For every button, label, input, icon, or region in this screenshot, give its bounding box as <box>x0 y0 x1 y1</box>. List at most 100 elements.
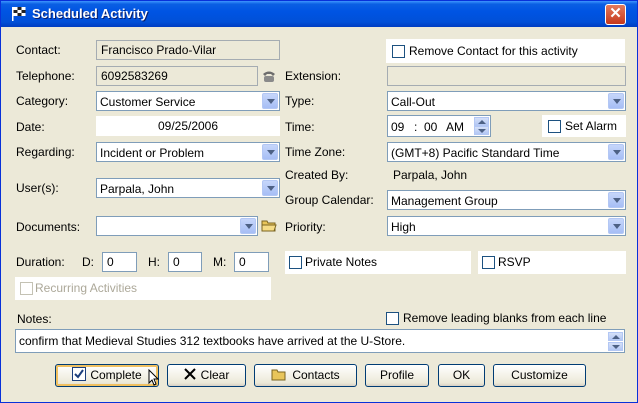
rsvp-checkbox[interactable] <box>482 256 495 269</box>
duration-days-label: D: <box>82 255 94 269</box>
close-icon: ✕ <box>609 5 622 22</box>
users-dropdown[interactable]: Parpala, John <box>96 178 280 198</box>
regarding-dropdown[interactable]: Incident or Problem <box>96 142 280 162</box>
ok-button[interactable]: OK <box>438 364 485 387</box>
time-hour[interactable]: 09 <box>391 120 404 134</box>
complete-button-label: Complete <box>90 368 142 382</box>
customize-button[interactable]: Customize <box>493 364 586 387</box>
contact-field: Francisco Prado-Vilar <box>96 40 280 60</box>
profile-button[interactable]: Profile <box>365 364 429 387</box>
regarding-label: Regarding: <box>16 145 75 159</box>
type-label: Type: <box>285 94 315 108</box>
complete-button[interactable]: Complete <box>55 364 159 387</box>
timezone-value: (GMT+8) Pacific Standard Time <box>391 146 560 160</box>
close-button[interactable]: ✕ <box>605 4 626 25</box>
chevron-down-icon[interactable] <box>262 180 278 196</box>
created-by-label: Created By: <box>285 168 349 182</box>
recurring-checkbox[interactable] <box>20 282 33 295</box>
folder-icon[interactable] <box>261 218 277 233</box>
rsvp-group: RSVP <box>478 251 626 274</box>
remove-blanks-label: Remove leading blanks from each line <box>403 311 607 325</box>
private-notes-label: Private Notes <box>305 255 378 269</box>
group-calendar-dropdown[interactable]: Management Group <box>387 190 626 210</box>
scroll-up-icon[interactable] <box>608 332 623 341</box>
type-dropdown[interactable]: Call-Out <box>387 91 626 111</box>
telephone-label: Telephone: <box>16 69 75 83</box>
time-separator: : <box>414 120 418 134</box>
chevron-down-icon[interactable] <box>608 144 624 160</box>
timezone-label: Time Zone: <box>285 145 346 159</box>
window-title: Scheduled Activity <box>32 6 148 21</box>
chevron-down-icon[interactable] <box>608 93 624 109</box>
set-alarm-checkbox[interactable] <box>548 120 561 133</box>
remove-contact-checkbox[interactable] <box>392 45 405 58</box>
x-mark-icon <box>183 366 196 380</box>
contacts-button-label: Contacts <box>292 368 340 382</box>
time-minute[interactable]: 00 <box>424 120 437 134</box>
chevron-down-icon[interactable] <box>262 144 278 160</box>
date-label: Date: <box>16 120 45 134</box>
private-notes-group: Private Notes <box>285 251 471 274</box>
time-field[interactable]: 09 : 00 AM <box>387 115 491 137</box>
time-ampm[interactable]: AM <box>446 120 464 134</box>
spin-up-icon[interactable] <box>474 117 489 126</box>
users-value: Parpala, John <box>100 182 175 196</box>
chevron-down-icon[interactable] <box>608 218 624 234</box>
duration-minutes-field[interactable]: 0 <box>234 252 269 272</box>
mouse-pointer-icon <box>148 368 160 387</box>
recurring-group: Recurring Activities <box>15 277 271 300</box>
regarding-value: Incident or Problem <box>100 146 205 160</box>
remove-contact-label: Remove Contact for this activity <box>409 44 578 58</box>
documents-dropdown[interactable] <box>96 216 258 236</box>
ok-button-label: OK <box>452 368 471 382</box>
contact-label: Contact: <box>16 43 61 57</box>
spin-down-icon[interactable] <box>474 126 489 135</box>
date-field[interactable]: 09/25/2006 <box>96 116 280 136</box>
checkered-flag-icon <box>10 6 28 22</box>
rsvp-label: RSVP <box>498 255 531 269</box>
duration-hours-field[interactable]: 0 <box>168 252 202 272</box>
priority-dropdown[interactable]: High <box>387 216 626 236</box>
notes-text: confirm that Medieval Studies 312 textbo… <box>19 334 406 348</box>
clear-button-label: Clear <box>200 368 230 382</box>
duration-hours-label: H: <box>148 255 160 269</box>
notes-header: Notes: Remove leading blanks from each l… <box>15 308 625 328</box>
private-notes-checkbox[interactable] <box>289 256 302 269</box>
group-calendar-value: Management Group <box>391 194 498 208</box>
notes-label: Notes: <box>17 312 52 326</box>
category-dropdown[interactable]: Customer Service <box>96 91 280 111</box>
remove-blanks-checkbox[interactable] <box>386 312 399 325</box>
telephone-field[interactable]: 6092583269 <box>96 66 258 86</box>
set-alarm-group: Set Alarm <box>542 115 626 137</box>
created-by-value: Parpala, John <box>393 168 468 182</box>
chevron-down-icon[interactable] <box>608 192 624 208</box>
clear-button[interactable]: Clear <box>167 364 246 387</box>
duration-label: Duration: <box>16 255 65 269</box>
priority-label: Priority: <box>285 220 326 234</box>
set-alarm-label: Set Alarm <box>565 119 618 133</box>
chevron-down-icon[interactable] <box>240 218 256 234</box>
chevron-down-icon[interactable] <box>262 93 278 109</box>
time-label: Time: <box>285 120 315 134</box>
contacts-button[interactable]: Contacts <box>254 364 357 387</box>
duration-minutes-label: M: <box>213 255 227 269</box>
recurring-label: Recurring Activities <box>35 281 138 295</box>
extension-label: Extension: <box>285 69 342 83</box>
notes-textarea[interactable]: confirm that Medieval Studies 312 textbo… <box>15 329 625 353</box>
customize-button-label: Customize <box>511 368 568 382</box>
extension-field[interactable] <box>387 66 626 86</box>
documents-label: Documents: <box>16 220 81 234</box>
remove-contact-group: Remove Contact for this activity <box>386 39 625 63</box>
phone-icon[interactable] <box>261 69 277 83</box>
category-value: Customer Service <box>100 95 196 109</box>
type-value: Call-Out <box>391 95 436 109</box>
category-label: Category: <box>16 94 69 108</box>
users-label: User(s): <box>16 181 59 195</box>
group-calendar-label: Group Calendar: <box>285 193 374 207</box>
duration-days-field[interactable]: 0 <box>102 252 137 272</box>
scroll-down-icon[interactable] <box>608 342 623 351</box>
timezone-dropdown[interactable]: (GMT+8) Pacific Standard Time <box>387 142 626 162</box>
folder-icon <box>271 367 287 381</box>
checkmark-icon <box>72 367 87 381</box>
title-bar[interactable]: Scheduled Activity ✕ <box>1 1 637 27</box>
